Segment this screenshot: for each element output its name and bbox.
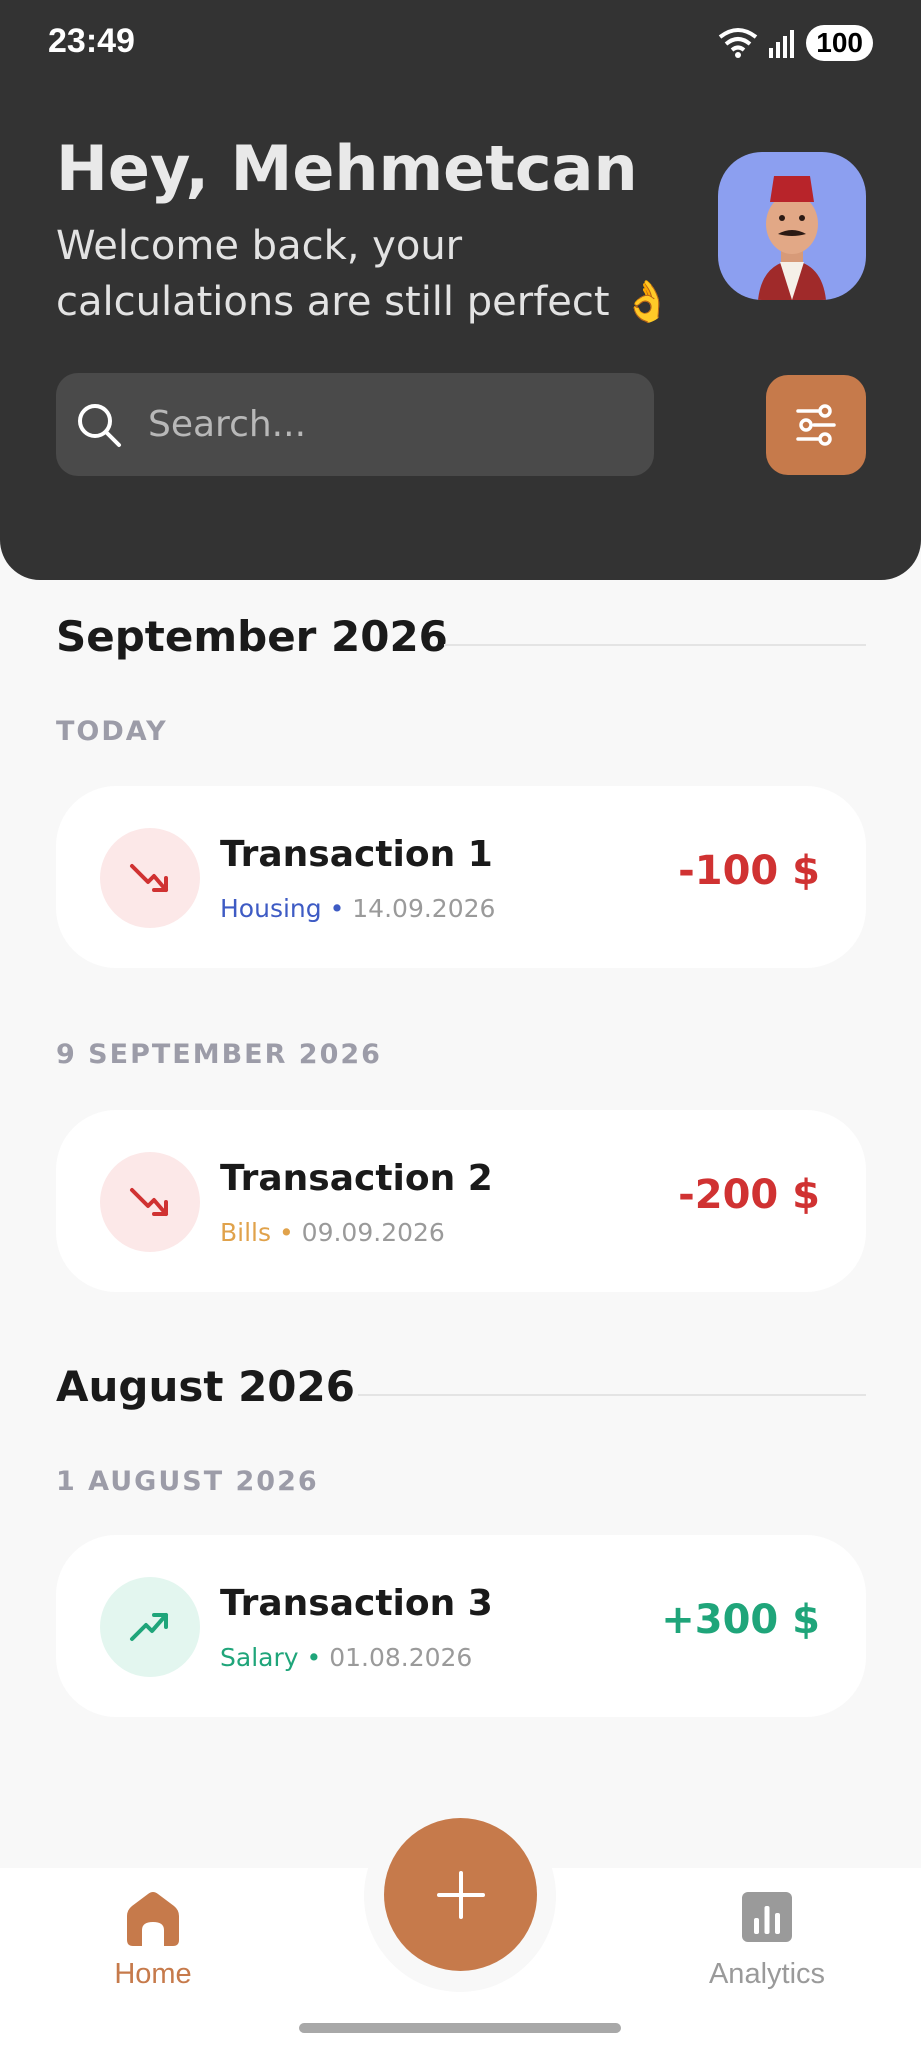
plus-icon [436,1870,485,1919]
avatar-illustration [758,176,826,300]
transaction-meta: Housing • 14.09.2026 [220,894,495,923]
transaction-title: Transaction 1 [220,834,493,875]
signal-icon [769,30,795,58]
nav-analytics-label: Analytics [708,1958,826,1990]
trend-down-icon [130,1188,168,1216]
bar-chart-icon [742,1892,792,1942]
transaction-card[interactable]: Transaction 1 Housing • 14.09.2026 -100 … [56,786,866,968]
transaction-meta: Bills • 09.09.2026 [220,1218,445,1247]
transaction-meta: Salary • 01.08.2026 [220,1643,472,1672]
month-heading: September 2026 [56,612,448,661]
meta-separator: • [278,1218,294,1247]
transaction-date: 01.08.2026 [329,1643,473,1672]
expense-icon-badge [100,828,200,928]
wifi-icon [719,28,758,58]
transaction-title: Transaction 3 [220,1583,493,1624]
transaction-card[interactable]: Transaction 3 Salary • 01.08.2026 +300 $ [56,1535,866,1717]
transaction-category: Bills [220,1218,272,1247]
transaction-title: Transaction 2 [220,1158,493,1199]
month-divider [358,1394,866,1396]
month-heading: August 2026 [56,1362,355,1411]
sliders-icon [796,404,836,446]
trend-up-icon [130,1613,168,1641]
transaction-card[interactable]: Transaction 2 Bills • 09.09.2026 -200 $ [56,1110,866,1292]
transaction-date: 14.09.2026 [352,894,496,923]
day-label: 9 SEPTEMBER 2026 [56,1039,382,1070]
day-label: TODAY [56,716,168,747]
search-input[interactable] [148,404,608,445]
trend-down-icon [130,864,168,892]
transaction-date: 09.09.2026 [301,1218,445,1247]
nav-analytics[interactable]: Analytics [677,1890,857,1991]
expense-icon-badge [100,1152,200,1252]
search-icon [78,403,121,447]
day-label: 1 AUGUST 2026 [56,1466,319,1497]
battery-indicator: 100 [806,25,873,61]
status-time: 23:49 [48,22,135,60]
month-divider [444,644,866,646]
header: 23:49 100 Hey, Mehmetcan Welcome back, y… [0,0,921,580]
search-bar[interactable] [56,373,654,476]
transaction-amount: -200 $ [678,1172,820,1218]
add-transaction-button[interactable] [384,1818,537,1971]
welcome-message: Welcome back, your calculations are stil… [56,218,696,330]
transaction-amount: -100 $ [678,848,820,894]
nav-home[interactable]: Home [63,1890,243,1991]
welcome-line-1: Welcome back, your [56,223,463,269]
welcome-line-2: calculations are still perfect 👌 [56,279,673,325]
transaction-category: Housing [220,894,322,923]
status-icons: 100 [718,24,873,62]
transaction-amount: +300 $ [661,1597,820,1643]
transaction-category: Salary [220,1643,299,1672]
meta-separator: • [329,894,345,923]
avatar[interactable] [718,152,866,300]
filter-button[interactable] [766,375,866,475]
home-indicator[interactable] [299,2023,621,2033]
meta-separator: • [306,1643,322,1672]
greeting-title: Hey, Mehmetcan [56,132,638,205]
home-icon [127,1892,179,1946]
income-icon-badge [100,1577,200,1677]
nav-home-label: Home [114,1958,192,1990]
